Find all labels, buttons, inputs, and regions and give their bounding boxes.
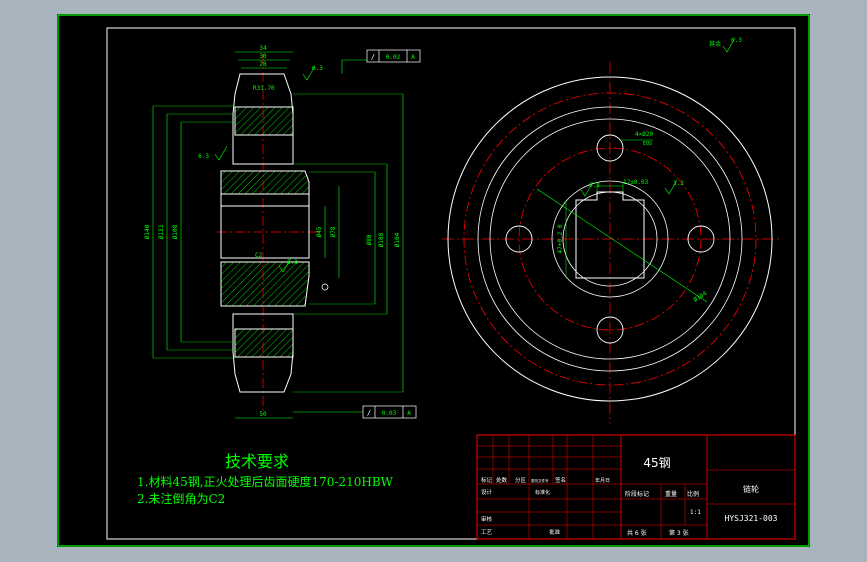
rim-upper-hatch — [234, 106, 294, 136]
tb-label-docno: 更改文件号 — [531, 478, 549, 483]
cad-drawing: 34 30 28 R31.70 6.3 / 0.02 A Ø140 Ø133 Ø… — [57, 14, 810, 547]
roughness-key-right: 3.2 — [673, 180, 684, 187]
dim-dia-45: Ø45 — [316, 226, 323, 237]
dim-28: 28 — [259, 61, 267, 68]
tb-drawing-no: HYSJ321-003 — [725, 514, 778, 523]
general-roughness-value: 6.3 — [731, 37, 742, 44]
tb-label-date: 年月日 — [595, 477, 610, 484]
dim-dia-104: Ø104 — [394, 232, 401, 247]
hole-callout: 4×Ø20 — [635, 131, 653, 138]
roughness-hub: 6.3 — [287, 259, 298, 266]
dim-30: 30 — [259, 53, 267, 60]
drawing-frame — [106, 27, 796, 540]
tb-sheet-no: 第 3 张 — [669, 529, 689, 537]
general-roughness-label: 其余 — [709, 40, 721, 48]
gdt-frame-top: / 0.02 A — [341, 49, 421, 74]
general-roughness: 其余 6.3 — [709, 37, 742, 53]
tb-material: 45钢 — [643, 456, 670, 470]
svg-text:/: / — [371, 53, 375, 61]
roughness-top: 6.3 — [312, 65, 323, 72]
reference-marker — [321, 283, 329, 291]
tb-scale-label: 比例 — [687, 490, 699, 498]
notes-title: 技术要求 — [225, 452, 289, 471]
hub-upper-hatch — [220, 170, 310, 195]
tb-standard: 标准化 — [535, 489, 550, 496]
tb-part-name: 链轮 — [743, 484, 759, 494]
tb-approve: 批准 — [549, 528, 561, 536]
title-block: 标记 处数 分区 更改文件号 签名 年月日 设计 标准化 阶段标记 重量 比例 … — [476, 434, 796, 540]
drawing-canvas: 34 30 28 R31.70 6.3 / 0.02 A Ø140 Ø133 Ø… — [57, 14, 810, 547]
tb-weight: 重量 — [665, 490, 677, 498]
technical-notes: 技术要求 1.材料45钢,正火处理后齿面硬度170-210HBW 2.未注倒角为… — [137, 452, 394, 506]
tb-label-count: 处数 — [496, 476, 508, 484]
roughness-symbol-left — [214, 145, 228, 161]
side-view: 4×Ø20 EQS 12±0.03 6.3 3.2 47+0.2 0 Ø104 — [442, 62, 779, 424]
rim-lower-hatch — [234, 328, 294, 358]
dim-50: 50 — [259, 411, 267, 418]
tb-sheets-total: 共 6 张 — [627, 529, 647, 537]
dim-dia-140: Ø140 — [144, 224, 151, 239]
outer-border — [57, 14, 810, 547]
tb-label-sign: 签名 — [555, 476, 566, 484]
svg-text:0.03: 0.03 — [382, 410, 397, 417]
dim-dia-78: Ø78 — [330, 226, 337, 237]
gdt-frame-bottom: / 0.03 A — [293, 405, 417, 419]
tb-scale: 1:1 — [690, 509, 701, 516]
notes-line-1: 1.材料45钢,正火处理后齿面硬度170-210HBW — [137, 474, 394, 489]
tb-stage: 阶段标记 — [625, 490, 649, 498]
chamfer-label: R31.70 — [253, 85, 275, 92]
svg-text:A: A — [411, 54, 415, 61]
hole-callout-sub: EQS — [643, 141, 652, 147]
svg-text:/: / — [367, 409, 371, 417]
keyway-width: 12±0.03 — [623, 179, 649, 186]
dim-dia-108-left: Ø108 — [172, 224, 179, 239]
front-section-view: 34 30 28 R31.70 6.3 / 0.02 A Ø140 Ø133 Ø… — [144, 45, 421, 419]
tb-label-mark: 标记 — [481, 476, 493, 484]
tb-label-zone: 分区 — [515, 476, 527, 484]
svg-text:0.02: 0.02 — [386, 54, 401, 61]
roughness-keyway: 6.3 — [589, 182, 600, 189]
bore-chamfer: C2 — [255, 252, 263, 259]
dim-dia-133: Ø133 — [158, 224, 165, 239]
dim-dia-108-right: Ø108 — [378, 232, 385, 247]
keyway-depth: 47+0.2 0 — [557, 224, 564, 253]
dim-34: 34 — [259, 45, 267, 52]
tb-process: 工艺 — [481, 529, 493, 536]
hub-band — [220, 193, 310, 207]
roughness-left: 6.3 — [198, 153, 209, 160]
svg-text:A: A — [407, 410, 411, 417]
notes-line-2: 2.未注倒角为C2 — [137, 491, 225, 506]
hub-lower-hatch — [220, 261, 310, 307]
tb-design: 设计 — [481, 488, 493, 496]
dim-dia-80: Ø80 — [366, 234, 373, 245]
tb-review: 审核 — [481, 515, 493, 523]
